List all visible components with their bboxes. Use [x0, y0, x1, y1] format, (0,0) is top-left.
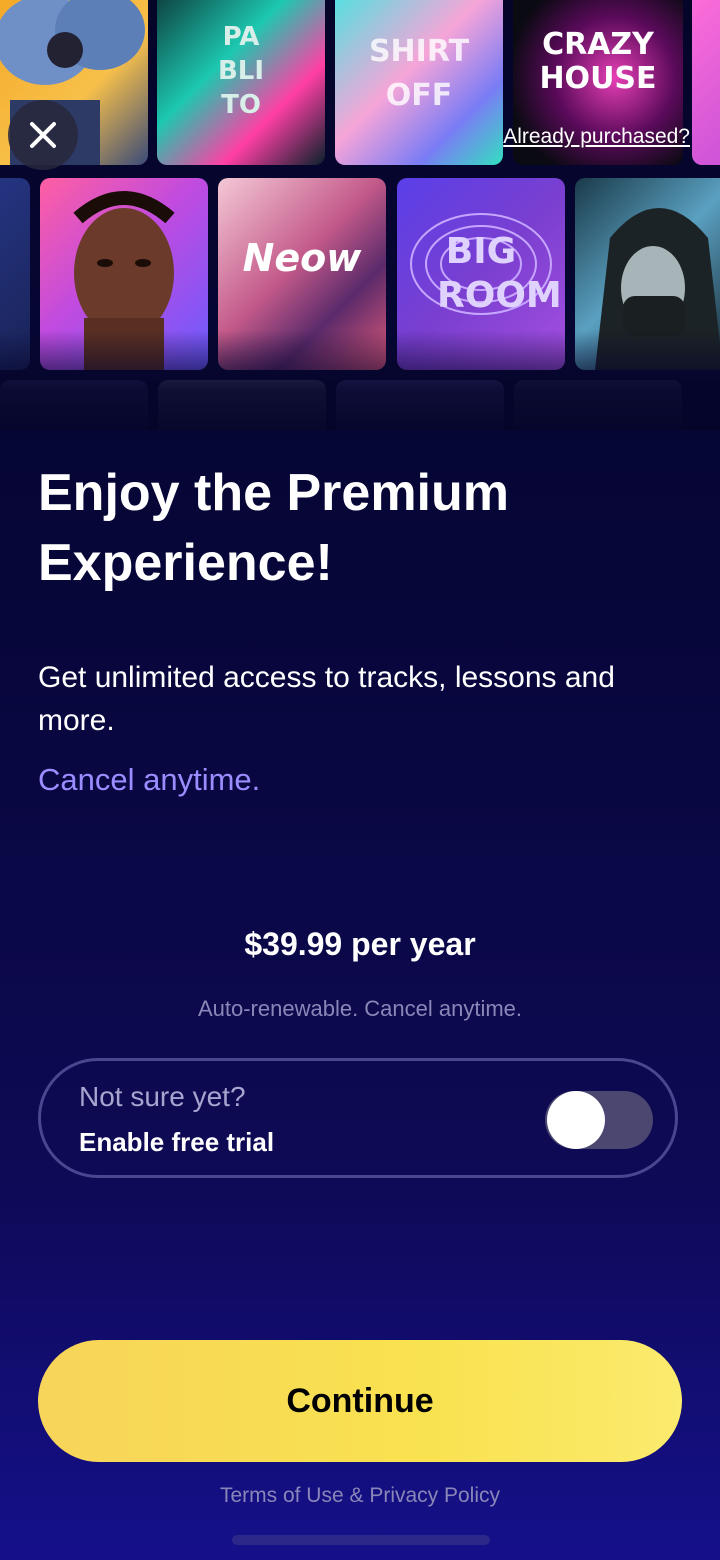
close-button[interactable]	[8, 100, 78, 170]
subtitle: Get unlimited access to tracks, lessons …	[38, 661, 615, 737]
cover-title: Neow	[242, 236, 362, 280]
cover-shirt-off: SHIRT OFF	[335, 0, 503, 165]
already-purchased-link[interactable]: Already purchased?	[503, 125, 690, 149]
cover-title: BIG ROOM	[437, 231, 562, 316]
price-label: $39.99 per year	[244, 926, 476, 962]
renewal-note: Auto-renewable. Cancel anytime.	[197, 996, 523, 1021]
trial-label: Enable free trial	[79, 1127, 275, 1157]
close-icon	[30, 122, 56, 148]
cover-title: PA BLI TO	[217, 22, 265, 120]
page-title: Enjoy the Premium Experience!	[38, 464, 509, 592]
toggle-knob	[547, 1091, 605, 1149]
cancel-anytime-text: Cancel anytime.	[38, 762, 261, 797]
terms-privacy-link[interactable]: Terms of Use & Privacy Policy	[0, 1484, 720, 1508]
trial-question: Not sure yet?	[79, 1081, 246, 1112]
free-trial-row[interactable]: Not sure yet? Enable free trial	[38, 1058, 678, 1178]
home-indicator	[232, 1535, 490, 1545]
cover-pablito: PA BLI TO	[157, 0, 325, 165]
cover-title: SHIRT OFF	[368, 34, 470, 113]
free-trial-toggle[interactable]	[545, 1091, 653, 1149]
cover-title: CRAZY HOUSE	[539, 27, 657, 96]
album-cover-grid: PA BLI TO SHIRT OFF CRAZY HOUSE Neow BIG…	[0, 0, 720, 430]
grid-fade-overlay	[0, 330, 720, 430]
continue-button[interactable]: Continue	[38, 1340, 682, 1462]
cover-partial	[692, 0, 720, 165]
